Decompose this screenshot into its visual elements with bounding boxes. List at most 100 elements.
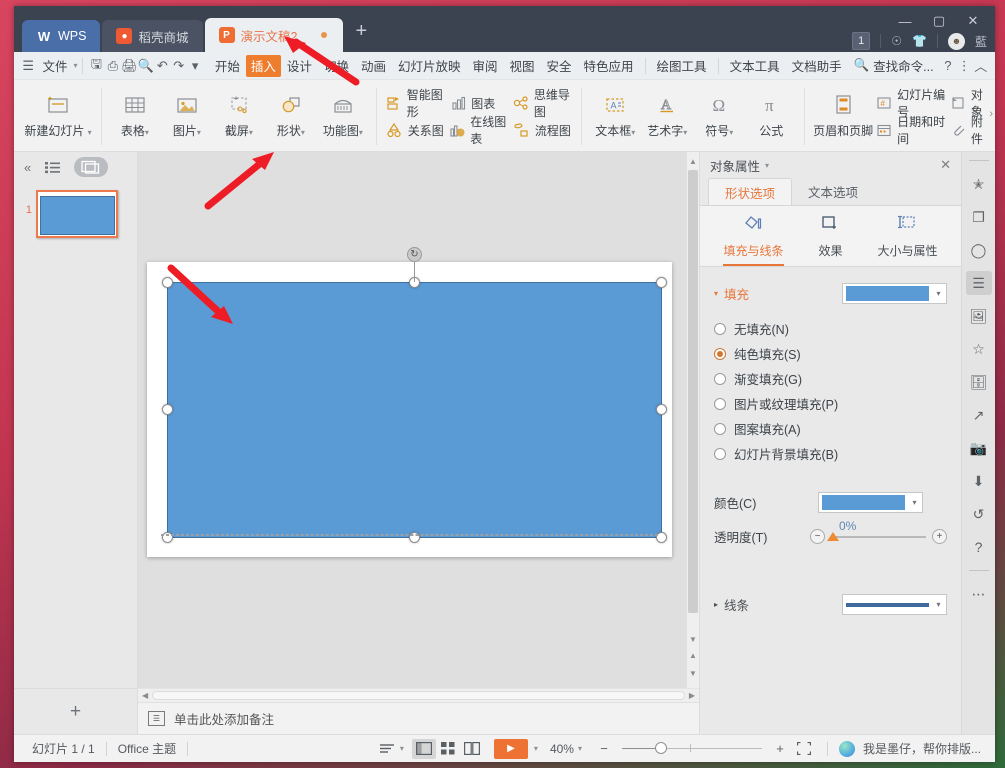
image-library-icon[interactable]: 🖼 (966, 304, 992, 328)
ribbon-tab-security[interactable]: 安全 (541, 55, 578, 77)
radio-no-fill[interactable]: 无填充(N) (714, 316, 947, 341)
more-dots-icon[interactable]: ⋯ (966, 582, 992, 606)
resize-handle-w[interactable] (162, 404, 173, 415)
file-menu-button[interactable]: 文件 (36, 55, 73, 77)
add-slide-button[interactable]: + (14, 688, 137, 734)
slideshow-chevron-down-icon[interactable]: ▾ (534, 744, 538, 753)
history-icon[interactable]: ↺ (966, 502, 992, 526)
ribbon-overflow-chevron-right-icon[interactable]: › (989, 108, 993, 120)
customize-icon[interactable]: ▾ (187, 55, 203, 77)
radio-gradient-fill[interactable]: 渐变填充(G) (714, 366, 947, 391)
print-icon[interactable]: 🖨 (121, 55, 138, 77)
collapse-pane-icon[interactable]: « (24, 160, 31, 175)
rotate-handle-icon[interactable]: ↻ (407, 247, 422, 262)
line-section-title-wrap[interactable]: ▸ 线条 (714, 595, 749, 614)
tab-mall[interactable]: ● 稻壳商城 (102, 20, 203, 52)
redo-icon[interactable]: ↷ (171, 55, 187, 77)
subtab-size-properties[interactable]: 大小与属性 (877, 214, 938, 266)
transparency-decrease-button[interactable]: − (810, 529, 825, 544)
object-button[interactable]: 对象 (950, 88, 989, 119)
save-icon[interactable]: 🖫 (88, 55, 104, 77)
smartart-button[interactable]: 智能图形 (386, 88, 446, 119)
layers-icon[interactable]: ❐ (966, 205, 992, 229)
date-time-button[interactable]: 日期和时间 (876, 115, 946, 146)
textbox-button[interactable]: A 文本框▾ (589, 82, 641, 151)
properties-close-icon[interactable]: ✕ (940, 157, 951, 173)
tab-wps-home[interactable]: W WPS (22, 20, 101, 52)
formula-button[interactable]: π 公式 (745, 82, 797, 151)
slide-surface[interactable]: ↻ (147, 247, 672, 557)
ribbon-tab-slideshow[interactable]: 幻灯片放映 (392, 55, 467, 77)
archive-icon[interactable]: 🗄 (966, 370, 992, 394)
find-icon[interactable]: 🔍 (138, 55, 154, 77)
color-swatch-button[interactable]: ▾ (818, 492, 923, 513)
new-tab-button[interactable]: + (345, 20, 377, 47)
collapse-ribbon-icon[interactable]: ︿ (973, 55, 989, 77)
reading-lines-icon[interactable] (376, 739, 400, 759)
help-circle-icon[interactable]: ? (966, 535, 992, 559)
slide-number-button[interactable]: # 幻灯片编号 (876, 88, 946, 119)
more-options-icon[interactable]: ⋮ (956, 55, 972, 77)
undo-icon[interactable]: ↶ (154, 55, 170, 77)
transparency-slider[interactable]: − 0% + (810, 519, 947, 544)
transparency-increase-button[interactable]: + (932, 529, 947, 544)
subtab-fill-and-line[interactable]: 填充与线条 (723, 214, 784, 266)
fill-section-title-wrap[interactable]: ▾ 填充 (714, 284, 749, 303)
thumbnail-row-1[interactable]: 1 (14, 190, 137, 238)
ai-assistant-orb-icon[interactable] (838, 740, 855, 757)
avatar[interactable]: ☻ (947, 32, 965, 50)
ribbon-tab-design[interactable]: 设计 (281, 55, 318, 77)
line-chevron-down-icon[interactable]: ▾ (931, 600, 946, 609)
fill-color-chevron-down-icon[interactable]: ▾ (931, 289, 946, 298)
flowchart-button[interactable]: 流程图 (513, 118, 573, 142)
vertical-scroll-thumb[interactable] (688, 170, 698, 613)
share-export-icon[interactable]: ↗ (966, 403, 992, 427)
new-slide-button[interactable]: ✦ 新建幻灯片 ▾ (22, 82, 94, 151)
scroll-right-arrow-icon[interactable]: ▶ (689, 691, 695, 700)
ribbon-tab-insert[interactable]: 插入 (245, 54, 281, 77)
function-chart-button[interactable]: 功能图▾ (317, 82, 369, 151)
zoom-in-button[interactable]: + (768, 739, 792, 759)
thumbnail-slide-1[interactable] (36, 190, 118, 238)
color-chevron-down-icon[interactable]: ▾ (907, 498, 922, 507)
theme-label[interactable]: Office 主题 (118, 740, 176, 757)
picture-button[interactable]: 图片▾ (161, 82, 213, 151)
outline-view-icon[interactable] (45, 161, 61, 174)
radio-picture-texture-fill[interactable]: 图片或纹理填充(P) (714, 391, 947, 416)
zoom-slider-knob[interactable] (654, 742, 667, 754)
online-chart-button[interactable]: 在线图表 (449, 115, 509, 146)
previous-slide-icon[interactable]: ▲ (687, 648, 699, 662)
shapes-button[interactable]: 形状▾ (265, 82, 317, 151)
ai-magic-icon[interactable]: ✭ (966, 172, 992, 196)
search-command-box[interactable]: 🔍 查找命令... (848, 55, 940, 77)
reading-view-icon[interactable] (460, 739, 484, 759)
fill-color-swatch-button[interactable]: ▾ (842, 283, 947, 304)
notes-pane[interactable]: ☰ 单击此处添加备注 (138, 702, 699, 734)
horizontal-scroll-thumb[interactable] (152, 691, 685, 700)
subtab-effects[interactable]: 效果 (818, 214, 843, 266)
zoom-level-label[interactable]: 40% (550, 742, 574, 756)
tab-count-badge[interactable]: 1 (852, 32, 871, 50)
canvas-vertical-scrollbar[interactable]: ▲ ▼ ▲ ▼ (686, 152, 699, 688)
ribbon-tab-transition[interactable]: 切换 (318, 55, 355, 77)
close-button[interactable]: ✕ (957, 10, 989, 32)
scroll-left-arrow-icon[interactable]: ◀ (142, 691, 148, 700)
properties-chevron-down-icon[interactable]: ▾ (765, 161, 769, 170)
zoom-chevron-down-icon[interactable]: ▾ (578, 744, 582, 753)
start-slideshow-button[interactable]: ▶ (493, 738, 528, 759)
radio-slide-background-fill[interactable]: 幻灯片背景填充(B) (714, 441, 947, 466)
tab-shape-options[interactable]: 形状选项 (708, 178, 793, 205)
ribbon-tab-doc-assistant[interactable]: 文档助手 (786, 55, 848, 77)
tab-text-options[interactable]: 文本选项 (792, 178, 874, 205)
minimize-button[interactable]: — (889, 10, 921, 32)
resize-handle-ne[interactable] (656, 277, 667, 288)
line-style-button[interactable]: ▾ (842, 594, 947, 615)
slide-canvas[interactable]: ↻ ▲ ▼ ▲ ▼ (138, 152, 699, 688)
resize-handle-e[interactable] (656, 404, 667, 415)
screenshot-button[interactable]: 截屏▾ (213, 82, 265, 151)
scroll-up-arrow-icon[interactable]: ▲ (687, 154, 699, 168)
tab-presentation2[interactable]: P 演示文稿2 (204, 18, 344, 52)
radio-solid-fill[interactable]: 纯色填充(S) (714, 341, 947, 366)
chart-button[interactable]: 图表 (449, 91, 509, 115)
scroll-down-arrow-icon[interactable]: ▼ (687, 632, 699, 646)
